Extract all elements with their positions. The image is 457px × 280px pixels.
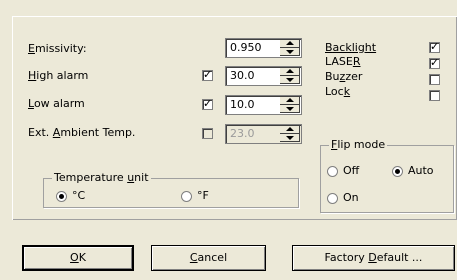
high-alarm-checkbox[interactable]: ✓: [202, 68, 213, 81]
settings-dialog: Emissivity: 0.950 High alarm ✓ 30.0 Low …: [0, 0, 457, 280]
cancel-button[interactable]: Cancel: [151, 245, 266, 271]
emissivity-spinner[interactable]: 0.950: [225, 38, 302, 58]
low-alarm-value: 10.0: [230, 98, 255, 111]
celsius-label: °C: [72, 189, 86, 202]
ok-button[interactable]: OK: [22, 245, 134, 271]
factory-default-button[interactable]: Factory Default ...: [292, 245, 455, 271]
low-alarm-spinner[interactable]: 10.0: [225, 95, 302, 115]
flip-mode-legend: Flip mode: [329, 138, 388, 152]
fahrenheit-radio[interactable]: [181, 191, 192, 202]
low-alarm-down-button[interactable]: [280, 105, 300, 113]
backlight-checkbox[interactable]: ✓: [429, 40, 440, 53]
ambient-temp-spinner[interactable]: 23.0: [225, 124, 302, 144]
flip-auto-label: Auto: [408, 164, 434, 177]
high-alarm-down-button[interactable]: [280, 76, 300, 84]
ambient-temp-value: 23.0: [230, 127, 255, 140]
buzzer-label: Buzzer: [325, 70, 363, 83]
celsius-radio[interactable]: [56, 191, 67, 202]
buzzer-checkbox[interactable]: [429, 74, 440, 85]
ambient-temp-up-button[interactable]: [280, 126, 300, 134]
emissivity-down-button[interactable]: [280, 48, 300, 56]
flip-auto-radio[interactable]: [392, 166, 403, 177]
emissivity-up-button[interactable]: [280, 40, 300, 48]
high-alarm-spinner[interactable]: 30.0: [225, 66, 302, 86]
ambient-temp-checkbox[interactable]: [202, 128, 213, 139]
lock-checkbox[interactable]: [429, 90, 440, 101]
lock-label: Lock: [325, 85, 351, 98]
flip-on-label: On: [343, 191, 359, 204]
high-alarm-label: High alarm: [28, 69, 89, 82]
high-alarm-up-button[interactable]: [280, 68, 300, 76]
low-alarm-label: Low alarm: [28, 97, 85, 110]
flip-mode-group: Flip mode: [320, 138, 454, 213]
fahrenheit-label: °F: [197, 189, 209, 202]
low-alarm-up-button[interactable]: [280, 97, 300, 105]
emissivity-label: Emissivity:: [28, 42, 87, 55]
laser-checkbox[interactable]: ✓: [429, 56, 440, 69]
laser-label: LASER: [325, 55, 361, 68]
high-alarm-value: 30.0: [230, 69, 255, 82]
flip-off-radio[interactable]: [327, 166, 338, 177]
emissivity-value: 0.950: [230, 41, 262, 54]
ambient-temp-label: Ext. Ambient Temp.: [28, 126, 136, 139]
flip-off-label: Off: [343, 164, 360, 177]
temperature-unit-legend: Temperature unit: [52, 171, 151, 185]
low-alarm-checkbox[interactable]: ✓: [202, 97, 213, 110]
ambient-temp-down-button[interactable]: [280, 134, 300, 142]
flip-on-radio[interactable]: [327, 193, 338, 204]
backlight-label: Backlight: [325, 41, 377, 54]
